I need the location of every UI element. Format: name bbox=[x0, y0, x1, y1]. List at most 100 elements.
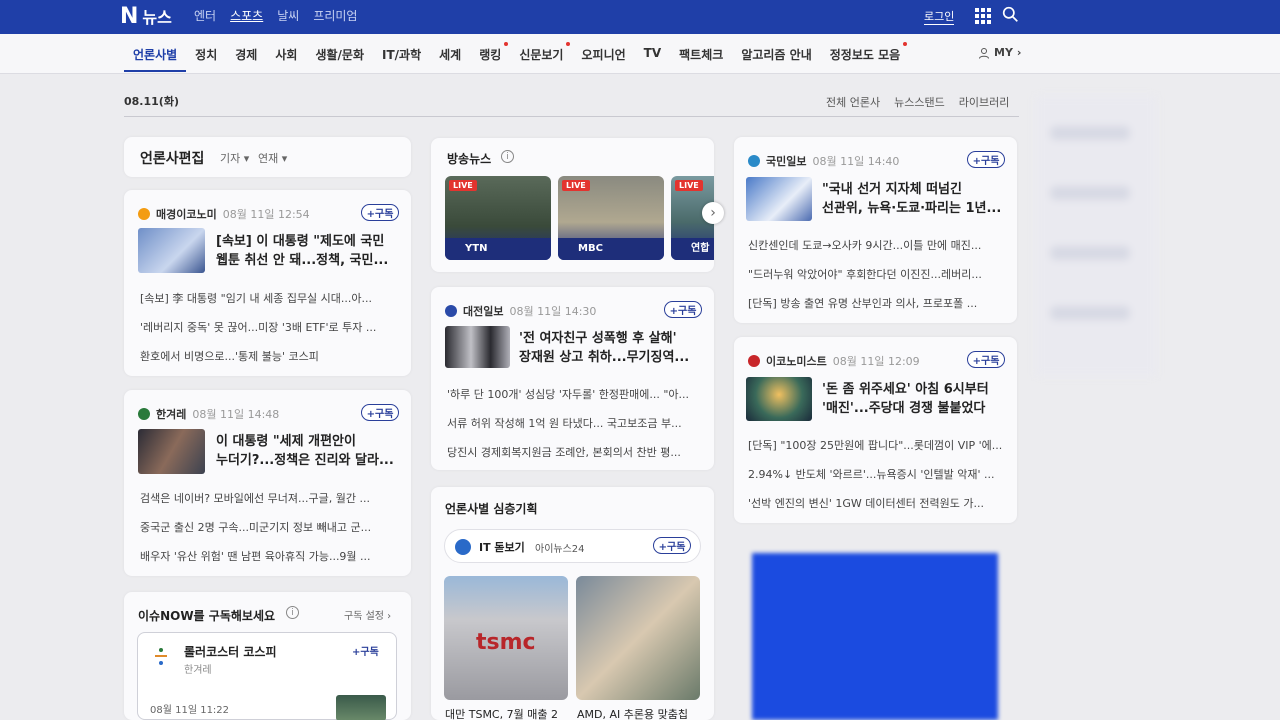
news-line[interactable]: 검색은 네이버? 모바일에선 무너져...구글, 월간 ... bbox=[140, 490, 400, 506]
info-icon[interactable]: i bbox=[286, 606, 299, 619]
news-thumbnail[interactable] bbox=[138, 429, 205, 474]
live-mbc[interactable]: LIVE MBC bbox=[558, 176, 664, 260]
new-dot bbox=[566, 42, 571, 46]
tab-tv[interactable]: TV bbox=[635, 46, 670, 63]
headline-line2[interactable]: 누더기?...정책은 진리와 달라... bbox=[216, 451, 401, 470]
tab-politics[interactable]: 정치 bbox=[186, 46, 226, 63]
news-line[interactable]: 당진시 경제회복지원금 조례안, 본회의서 찬반 평... bbox=[447, 444, 702, 460]
pub-row: 대전일보 08월 11일 14:30 bbox=[445, 303, 596, 319]
article-caption[interactable]: AMD, AI 추론용 맞춤칩 bbox=[577, 706, 701, 720]
new-dot bbox=[504, 42, 509, 46]
info-icon[interactable]: i bbox=[501, 150, 514, 163]
next-arrow-icon[interactable]: › bbox=[702, 202, 724, 224]
link-all-press[interactable]: 전체 언론사 bbox=[826, 94, 880, 110]
subscribe-button[interactable]: +구독 bbox=[967, 351, 1005, 368]
headline-line2[interactable]: 선관위, 뉴욕·도쿄·파리는 1년... bbox=[822, 199, 1007, 218]
headline-line1[interactable]: '전 여자친구 성폭행 후 살해' bbox=[519, 329, 704, 348]
headline-line2[interactable]: 장재원 상고 취하...무기징역... bbox=[519, 348, 704, 367]
news-line[interactable]: '선박 엔진의 변신' 1GW 데이터센터 전력원도 가... bbox=[748, 495, 1006, 511]
subscribe-button[interactable]: +구독 bbox=[361, 204, 399, 221]
headline-line2[interactable]: '매진'...주당대 경쟁 불붙었다 bbox=[822, 399, 1007, 418]
subscribe-button[interactable]: +구독 bbox=[967, 151, 1005, 168]
tab-life-culture[interactable]: 생활/문화 bbox=[306, 46, 373, 63]
tab-world[interactable]: 세계 bbox=[430, 46, 470, 63]
press-logo-icon bbox=[138, 408, 150, 420]
subscribe-button[interactable]: +구독 bbox=[361, 404, 399, 421]
news-line[interactable]: [단독] 방송 출연 유명 산부인과 의사, 프로포폴 ... bbox=[748, 295, 1006, 311]
tab-by-press[interactable]: 언론사별 bbox=[124, 46, 187, 72]
new-dot bbox=[903, 42, 908, 46]
search-icon[interactable] bbox=[1002, 6, 1019, 23]
tsmc-photo[interactable]: tsmc bbox=[444, 576, 568, 700]
top-nav-weather[interactable]: 날씨 bbox=[277, 7, 299, 24]
press-time: 08월 11일 14:30 bbox=[509, 305, 597, 318]
tab-ranking[interactable]: 랭킹 bbox=[470, 42, 510, 63]
tab-corrections[interactable]: 정정보도 모음 bbox=[821, 42, 909, 63]
news-line[interactable]: '하루 단 100개' 성심당 '자두롤' 한정판매에... "아... bbox=[447, 386, 702, 402]
live-ytn[interactable]: LIVE YTN bbox=[445, 176, 551, 260]
press-logo-icon bbox=[748, 355, 760, 367]
link-library[interactable]: 라이브러리 bbox=[959, 94, 1010, 110]
press-name[interactable]: 이코노미스트 bbox=[766, 353, 827, 369]
tab-economy[interactable]: 경제 bbox=[226, 46, 266, 63]
subscribe-button[interactable]: +구독 bbox=[352, 643, 379, 658]
tab-society[interactable]: 사회 bbox=[266, 46, 306, 63]
headline-line1[interactable]: [속보] 이 대통령 "제도에 국민 bbox=[216, 232, 401, 251]
press-name[interactable]: 매경이코노미 bbox=[156, 206, 217, 222]
news-line[interactable]: "드러누워 악았어야" 후회한다던 이진진...레버리... bbox=[748, 266, 1006, 282]
top-nav-entertainment[interactable]: 엔터 bbox=[194, 7, 216, 24]
tab-algorithm[interactable]: 알고리즘 안내 bbox=[732, 46, 820, 63]
tab-factcheck[interactable]: 팩트체크 bbox=[670, 46, 732, 63]
article-caption[interactable]: 대만 TSMC, 7월 매출 2 bbox=[445, 706, 569, 720]
news-thumbnail[interactable] bbox=[138, 228, 205, 273]
apps-grid-icon[interactable] bbox=[975, 8, 991, 24]
top-nav: 엔터 스포츠 날씨 프리미엄 bbox=[194, 7, 357, 24]
link-newsstand[interactable]: 뉴스스탠드 bbox=[894, 94, 945, 110]
series-row[interactable]: IT 돋보기 아이뉴스24 +구독 bbox=[444, 529, 701, 563]
headline-line1[interactable]: 이 대통령 "세제 개편안이 bbox=[216, 432, 401, 451]
top-nav-premium[interactable]: 프리미엄 bbox=[313, 7, 357, 24]
filter-reporter[interactable]: 기자 ▾ bbox=[220, 150, 249, 166]
headline-line2[interactable]: 웹툰 취선 안 돼...정책, 국민... bbox=[216, 251, 401, 270]
press-name[interactable]: 국민일보 bbox=[766, 153, 806, 169]
news-line[interactable]: 배우자 '유산 위험' 땐 남편 육아휴직 가능...9월 ... bbox=[140, 548, 400, 564]
my-menu[interactable]: MY › bbox=[978, 46, 1021, 59]
issue-logo-icon bbox=[155, 648, 167, 665]
news-line[interactable]: 2.94%↓ 반도체 '와르르'...뉴욕증시 '인텔발 악재' ... bbox=[748, 466, 1006, 482]
issue-item[interactable]: 롤러코스터 코스피 한겨레 +구독 08월 11일 11:22 bbox=[137, 632, 397, 720]
news-line[interactable]: 서류 허위 작성해 1억 원 타냈다... 국고보조금 부... bbox=[447, 415, 702, 431]
filter-series[interactable]: 연재 ▾ bbox=[258, 150, 287, 166]
tab-newspaper[interactable]: 신문보기 bbox=[510, 42, 572, 63]
tab-opinion[interactable]: 오피니언 bbox=[572, 46, 634, 63]
top-nav-sports[interactable]: 스포츠 bbox=[230, 7, 263, 24]
news-thumbnail[interactable] bbox=[746, 377, 812, 421]
divider bbox=[124, 116, 1019, 117]
press-logo-icon bbox=[138, 208, 150, 220]
news-line[interactable]: [단독] "100장 25만원에 팝니다"...롯데껌이 VIP '에... bbox=[748, 437, 1006, 453]
news-line[interactable]: 환호에서 비명으로...'통제 불능' 코스피 bbox=[140, 348, 400, 364]
subscribe-button[interactable]: +구독 bbox=[664, 301, 702, 318]
news-line[interactable]: 신칸센인데 도쿄→오사카 9시간...이틀 만에 매진... bbox=[748, 237, 1006, 253]
advertisement-banner[interactable] bbox=[752, 553, 998, 720]
login-button[interactable]: 로그인 bbox=[924, 8, 955, 25]
subscription-settings-link[interactable]: 구독 설정 › bbox=[344, 607, 391, 622]
headline-line1[interactable]: '돈 좀 위주세요' 아침 6시부터 bbox=[822, 380, 1007, 399]
news-line[interactable]: [속보] 李 대통령 "임기 내 세종 집무실 시대...아... bbox=[140, 290, 400, 306]
amd-photo[interactable] bbox=[576, 576, 700, 700]
news-line[interactable]: 중국군 출신 2명 구속...미군기지 정보 빼내고 군... bbox=[140, 519, 400, 535]
user-icon bbox=[979, 47, 989, 59]
broadcast-title: 방송뉴스 bbox=[447, 152, 492, 166]
issue-item-time: 08월 11일 11:22 bbox=[150, 705, 230, 716]
press-name[interactable]: 한겨레 bbox=[156, 406, 186, 422]
subscribe-button[interactable]: +구독 bbox=[653, 537, 691, 554]
headline-line1[interactable]: "국내 선거 지자체 떠넘긴 bbox=[822, 180, 1007, 199]
news-line[interactable]: '레버리지 중독' 못 끊어...미장 '3배 ETF'로 투자 ... bbox=[140, 319, 400, 335]
news-thumbnail[interactable] bbox=[746, 177, 812, 221]
tab-corrections-label: 정정보도 모음 bbox=[829, 48, 901, 62]
special-report-title: 언론사별 심층기획 bbox=[445, 502, 538, 516]
news-thumbnail[interactable] bbox=[445, 326, 510, 368]
tab-it-science[interactable]: IT/과학 bbox=[373, 46, 430, 63]
press-name[interactable]: 대전일보 bbox=[463, 303, 503, 319]
naver-news-logo[interactable]: N 뉴스 bbox=[120, 3, 172, 29]
channel-name: MBC bbox=[578, 243, 603, 254]
